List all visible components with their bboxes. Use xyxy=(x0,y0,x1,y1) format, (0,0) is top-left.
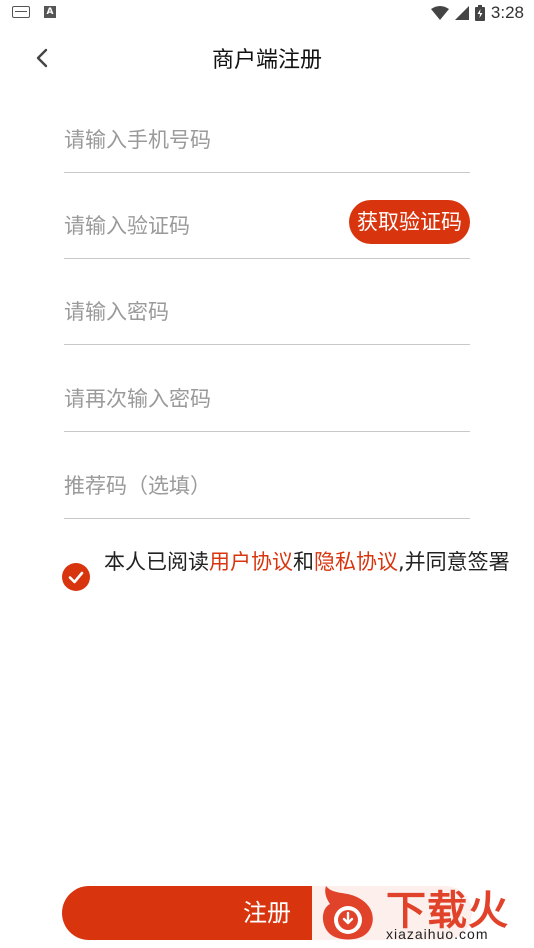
status-bar: A 3:28 xyxy=(0,0,534,28)
user-agreement-link[interactable]: 用户协议 xyxy=(209,550,293,574)
checkmark-icon xyxy=(68,571,84,584)
confirm-password-field xyxy=(64,345,470,432)
agreement-checkbox[interactable] xyxy=(62,563,90,591)
signal-icon xyxy=(454,6,469,20)
keyboard-icon xyxy=(12,6,30,18)
confirm-password-input[interactable] xyxy=(64,387,334,411)
agreement-suffix: ,并同意签署 xyxy=(398,550,510,574)
page-title: 商户端注册 xyxy=(211,48,322,73)
get-code-button[interactable]: 获取验证码 xyxy=(349,200,470,244)
phone-field xyxy=(64,86,470,173)
agreement-prefix: 本人已阅读 xyxy=(104,550,209,574)
watermark: 下载火 xiazaihuo.com xyxy=(312,876,534,948)
app-bar: 商户端注册 xyxy=(0,30,534,86)
code-input[interactable] xyxy=(64,214,334,238)
privacy-policy-link[interactable]: 隐私协议 xyxy=(314,550,398,574)
password-field xyxy=(64,258,470,345)
referral-input[interactable] xyxy=(64,474,334,498)
agreement-conjunction: 和 xyxy=(293,550,314,574)
flame-logo-icon xyxy=(322,886,373,940)
password-input[interactable] xyxy=(64,300,334,324)
watermark-subtitle: xiazaihuo.com xyxy=(386,926,489,942)
referral-field xyxy=(64,432,470,519)
phone-input[interactable] xyxy=(64,128,334,152)
status-time: 3:28 xyxy=(490,3,524,22)
battery-icon xyxy=(474,5,485,21)
wifi-icon xyxy=(430,6,449,20)
agreement-text: 本人已阅读用户协议和隐私协议,并同意签署 xyxy=(104,548,524,577)
a-icon: A xyxy=(44,6,56,18)
code-field: 获取验证码 xyxy=(64,172,470,259)
